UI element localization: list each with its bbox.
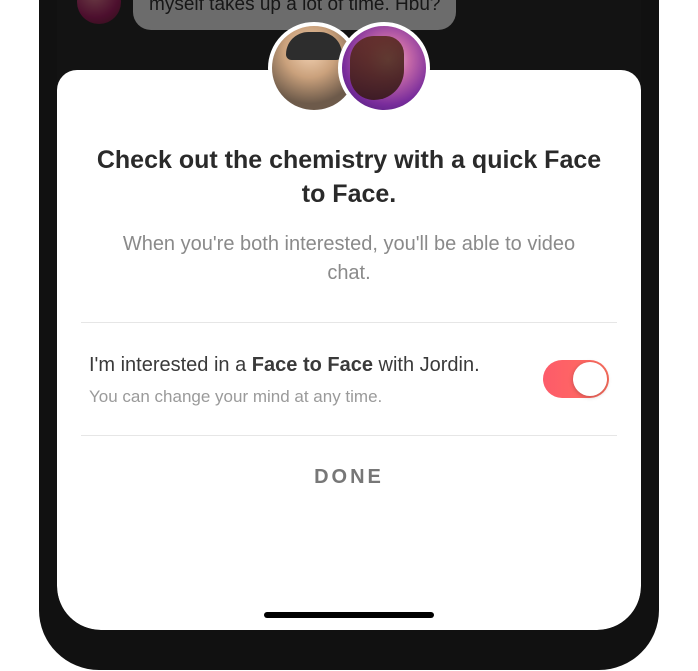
done-row: DONE — [85, 436, 613, 529]
toggle-label-bold: Face to Face — [252, 354, 373, 376]
interest-toggle[interactable] — [543, 360, 609, 398]
face-to-face-sheet: Check out the chemistry with a quick Fac… — [57, 70, 641, 630]
toggle-label: I'm interested in a Face to Face with Jo… — [89, 351, 523, 379]
match-avatar — [338, 22, 430, 114]
home-indicator[interactable] — [264, 612, 434, 618]
toggle-hint: You can change your mind at any time. — [89, 387, 523, 407]
toggle-label-suffix: with Jordin. — [373, 354, 480, 376]
sheet-subtitle: When you're both interested, you'll be a… — [111, 230, 587, 288]
avatar-pair — [268, 22, 430, 114]
sheet-title: Check out the chemistry with a quick Fac… — [95, 144, 603, 212]
done-button[interactable]: DONE — [314, 466, 384, 489]
toggle-knob — [573, 362, 607, 396]
toggle-text: I'm interested in a Face to Face with Jo… — [89, 351, 523, 407]
interest-toggle-row: I'm interested in a Face to Face with Jo… — [85, 323, 613, 435]
toggle-label-prefix: I'm interested in a — [89, 354, 252, 376]
phone-frame: myself takes up a lot of time. Hbu? Chec… — [39, 0, 659, 670]
phone-screen: myself takes up a lot of time. Hbu? Chec… — [57, 0, 641, 630]
